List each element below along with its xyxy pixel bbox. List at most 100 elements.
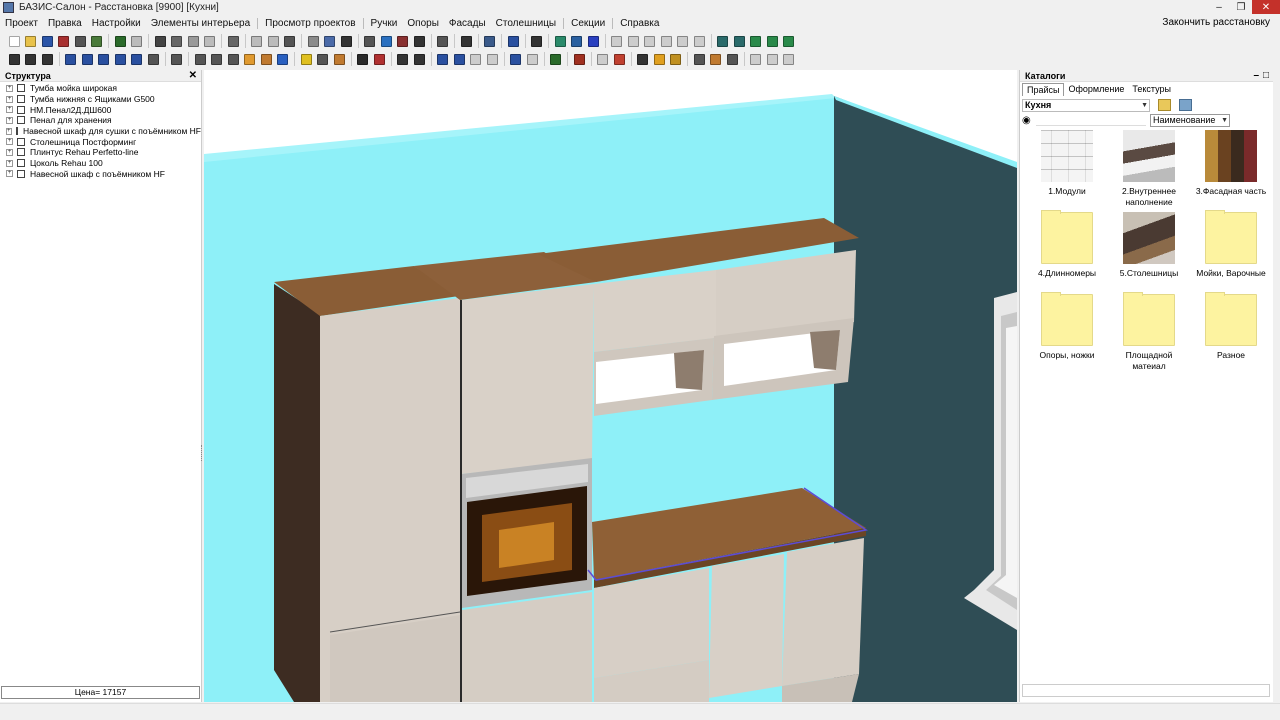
- finish-arrangement-link[interactable]: Закончить расстановку: [1162, 15, 1270, 31]
- catalog-item[interactable]: 4.Длинномеры: [1026, 210, 1108, 279]
- measure-icon[interactable]: [529, 33, 545, 49]
- menu-item[interactable]: Правка: [43, 18, 87, 29]
- close-icon[interactable]: ✕: [1252, 0, 1280, 14]
- shade-icon[interactable]: [258, 51, 274, 67]
- print-icon[interactable]: [72, 33, 88, 49]
- options-icon[interactable]: [724, 51, 740, 67]
- mirror-v-icon[interactable]: [764, 33, 780, 49]
- cabinet-icon[interactable]: [395, 33, 411, 49]
- mirror-icon[interactable]: [748, 33, 764, 49]
- undo-icon[interactable]: [112, 33, 128, 49]
- home-icon[interactable]: [89, 33, 105, 49]
- light-icon[interactable]: [298, 51, 314, 67]
- outline-icon[interactable]: [275, 51, 291, 67]
- menu-item[interactable]: Элементы интерьера: [146, 18, 255, 29]
- close-icon[interactable]: –: [1253, 70, 1259, 82]
- menu-item[interactable]: Просмотр проектов: [260, 18, 360, 29]
- 3d-viewport[interactable]: [204, 70, 1017, 702]
- catalog-item[interactable]: Опоры, ножки: [1026, 292, 1108, 361]
- catalog-item[interactable]: 1.Модули: [1026, 130, 1108, 197]
- disabled-icon[interactable]: [595, 51, 611, 67]
- dimension-icon[interactable]: [458, 33, 474, 49]
- align-bottom-icon[interactable]: [548, 51, 564, 67]
- paint-icon[interactable]: [611, 51, 627, 67]
- disabled-icon[interactable]: [484, 51, 500, 67]
- tree-item[interactable]: + Столешница Постформинг: [0, 136, 201, 147]
- table2-icon[interactable]: [691, 51, 707, 67]
- filter-icon[interactable]: [708, 51, 724, 67]
- copy-icon[interactable]: [169, 33, 185, 49]
- catalog-item[interactable]: Мойки, Варочные: [1190, 210, 1272, 279]
- view-3d-icon[interactable]: [129, 51, 145, 67]
- delete-icon[interactable]: [202, 33, 218, 49]
- kitchen-scene[interactable]: [204, 70, 1017, 702]
- material-icon[interactable]: [571, 51, 587, 67]
- sum-icon[interactable]: [411, 33, 427, 49]
- tree-item[interactable]: + НМ.Пенал2Д.ДШ600: [0, 104, 201, 115]
- menu-item[interactable]: Фасады: [444, 18, 491, 29]
- disabled-icon[interactable]: [658, 33, 674, 49]
- catalog-item[interactable]: Площадной матеиал: [1108, 292, 1190, 371]
- tree-item[interactable]: + Цоколь Rehau 100: [0, 158, 201, 169]
- binoculars-icon[interactable]: ◉: [1022, 115, 1034, 126]
- save-icon[interactable]: [39, 33, 55, 49]
- view-side-icon[interactable]: [96, 51, 112, 67]
- menu-item[interactable]: Столешницы: [491, 18, 561, 29]
- pencil-icon[interactable]: [651, 51, 667, 67]
- menu-item[interactable]: Секции: [566, 18, 610, 29]
- grid-icon[interactable]: [322, 33, 338, 49]
- catalog-search-input[interactable]: [1036, 114, 1146, 126]
- catalog-category-select[interactable]: Кухня ▼: [1022, 98, 1150, 112]
- catalog-item[interactable]: 5.Столешницы: [1108, 212, 1190, 279]
- group-icon[interactable]: [249, 33, 265, 49]
- tool-icon[interactable]: [635, 51, 651, 67]
- stack-icon[interactable]: [482, 33, 498, 49]
- tree-item[interactable]: + Пенал для хранения: [0, 115, 201, 126]
- camera-icon[interactable]: [315, 51, 331, 67]
- menu-item[interactable]: Опоры: [402, 18, 444, 29]
- table-icon[interactable]: [282, 33, 298, 49]
- folder-up-icon[interactable]: [1158, 99, 1171, 111]
- magnet-icon[interactable]: [355, 51, 371, 67]
- frame-icon[interactable]: [435, 33, 451, 49]
- zoom-in-icon[interactable]: [6, 51, 22, 67]
- expand-icon[interactable]: +: [6, 159, 13, 167]
- view-front-icon[interactable]: [63, 51, 79, 67]
- auto-arrange-icon[interactable]: [508, 51, 524, 67]
- move-z-icon[interactable]: [451, 51, 467, 67]
- expand-icon[interactable]: +: [6, 84, 13, 92]
- disabled-icon[interactable]: [609, 33, 625, 49]
- tree-item[interactable]: + Плинтус Rehau Perfetto-line: [0, 147, 201, 158]
- view-mode-icon[interactable]: [1179, 99, 1192, 111]
- box-icon[interactable]: [192, 51, 208, 67]
- expand-icon[interactable]: +: [6, 95, 13, 103]
- disabled-icon[interactable]: [524, 51, 540, 67]
- layer-icon[interactable]: [378, 33, 394, 49]
- move-down-icon[interactable]: [731, 33, 747, 49]
- box2-icon[interactable]: [209, 51, 225, 67]
- disabled-icon[interactable]: [468, 51, 484, 67]
- zoom-fit-icon[interactable]: [39, 51, 55, 67]
- menu-item[interactable]: Настройки: [87, 18, 146, 29]
- select-icon[interactable]: [225, 33, 241, 49]
- ungroup-icon[interactable]: [265, 33, 281, 49]
- menu-item[interactable]: Проект: [0, 18, 43, 29]
- expand-icon[interactable]: +: [6, 138, 13, 146]
- redo-icon[interactable]: [129, 33, 145, 49]
- tree-item[interactable]: + Тумба нижняя с Ящиками G500: [0, 94, 201, 105]
- tree-item[interactable]: + Тумба мойка широкая: [0, 83, 201, 94]
- ruler-icon[interactable]: [331, 51, 347, 67]
- eraser-icon[interactable]: [668, 51, 684, 67]
- disabled-icon[interactable]: [691, 33, 707, 49]
- disabled-icon[interactable]: [625, 33, 641, 49]
- align-icon[interactable]: [505, 33, 521, 49]
- sort-select[interactable]: Наименование ▼: [1150, 113, 1230, 127]
- close-icon[interactable]: □: [1263, 70, 1269, 82]
- section-icon[interactable]: [362, 33, 378, 49]
- rotate-icon[interactable]: [338, 33, 354, 49]
- expand-icon[interactable]: +: [6, 106, 13, 114]
- move-icon[interactable]: [435, 51, 451, 67]
- paste-icon[interactable]: [185, 33, 201, 49]
- snap-icon[interactable]: [305, 33, 321, 49]
- zoom-out-icon[interactable]: [23, 51, 39, 67]
